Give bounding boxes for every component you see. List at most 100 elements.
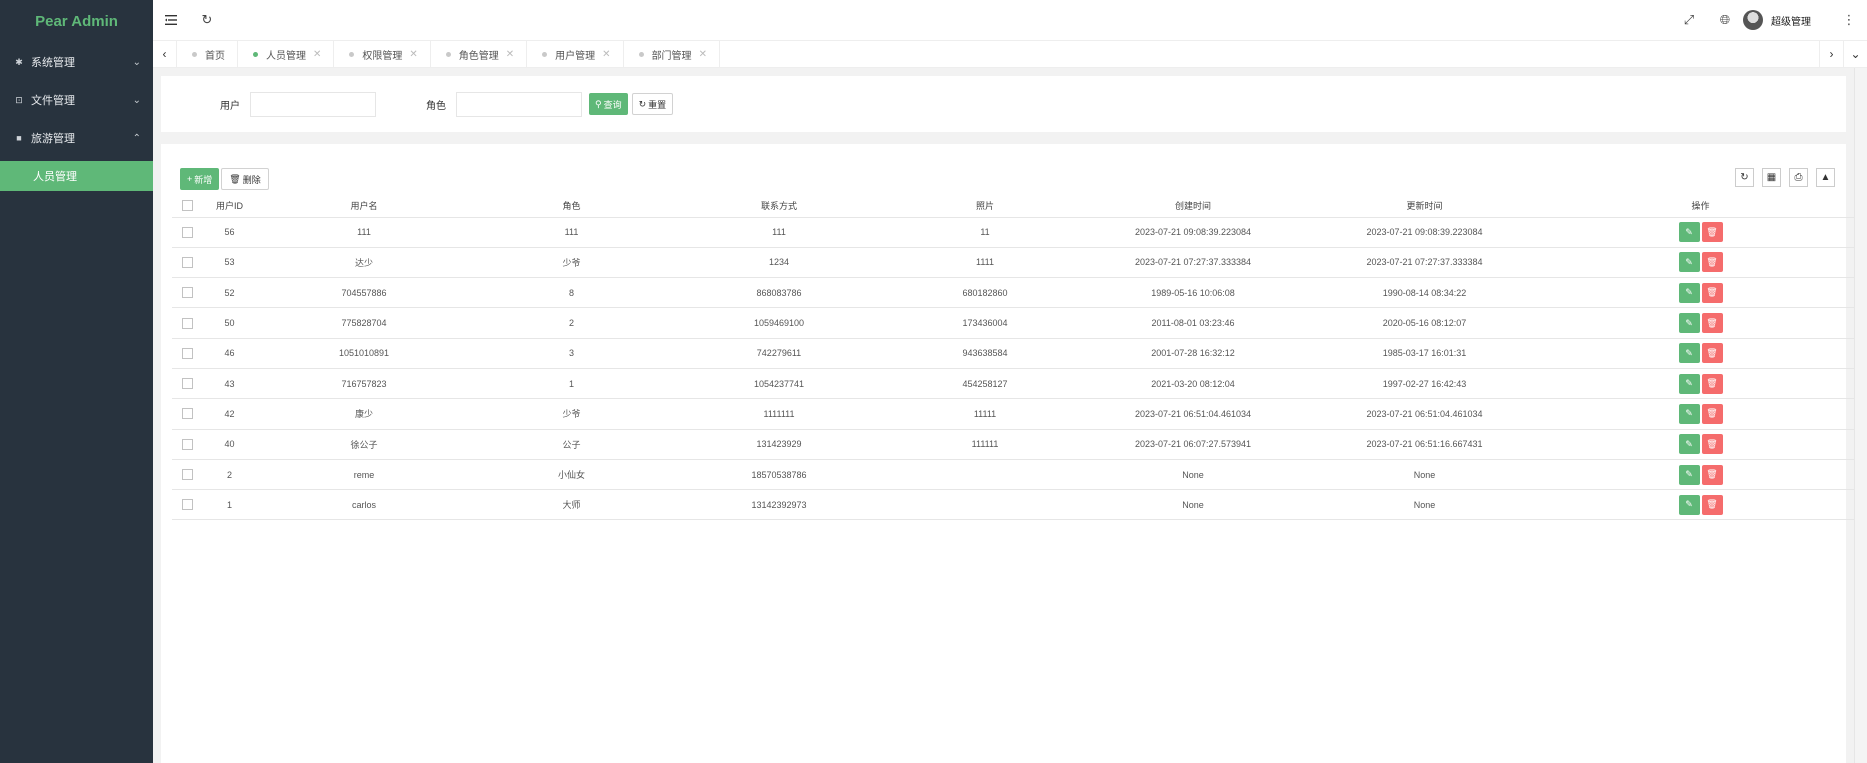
refresh-icon[interactable]: ↻: [1735, 168, 1754, 187]
cell-id: 2: [202, 459, 257, 491]
close-icon[interactable]: ✕: [506, 49, 514, 60]
tab-label: 首页: [205, 50, 225, 62]
delete-icon[interactable]: 🗑︎: [1701, 252, 1723, 273]
row-checkbox[interactable]: [181, 469, 193, 481]
cell-created: 2023-07-21 09:08:39.223084: [1084, 217, 1302, 248]
tab-users[interactable]: 用户管理 ✕: [527, 40, 624, 68]
globe-icon[interactable]: 🌐︎: [1707, 0, 1743, 40]
print-icon[interactable]: ⎙: [1789, 168, 1808, 187]
tab-next-icon[interactable]: ›: [1819, 40, 1843, 68]
menu-system[interactable]: ✱ 系统管理 ⌄: [0, 43, 153, 81]
close-icon[interactable]: ✕: [699, 49, 707, 60]
add-button[interactable]: + 新增: [180, 168, 220, 190]
delete-icon[interactable]: 🗑︎: [1701, 343, 1723, 364]
tab-permissions[interactable]: 权限管理 ✕: [334, 40, 431, 68]
role-search-input[interactable]: [456, 91, 582, 117]
cell-username: 704557886: [257, 277, 471, 309]
cell-id: 40: [202, 429, 257, 460]
delete-icon[interactable]: 🗑︎: [1701, 464, 1723, 485]
row-checkbox[interactable]: [181, 438, 193, 450]
edit-icon[interactable]: ✎: [1678, 313, 1700, 334]
row-checkbox[interactable]: [181, 257, 193, 268]
cell-actions: ✎ 🗑︎: [1547, 307, 1854, 339]
menu-files[interactable]: ⊡ 文件管理 ⌄: [0, 81, 153, 119]
more-icon[interactable]: ⋮: [1831, 0, 1867, 40]
cell-photo: 111111: [886, 429, 1084, 460]
delete-icon[interactable]: 🗑︎: [1701, 313, 1723, 334]
tab-dropdown-icon[interactable]: ⌄: [1843, 40, 1867, 68]
fullscreen-icon[interactable]: ⤢: [1671, 0, 1707, 40]
table-tools: ↻ ▦ ⎙ ▲: [1727, 168, 1835, 187]
tab-home[interactable]: 首页: [177, 40, 238, 68]
menu-system-label: 系统管理: [31, 57, 75, 69]
row-select-cell: [172, 368, 202, 400]
edit-icon[interactable]: ✎: [1678, 282, 1700, 303]
row-checkbox[interactable]: [181, 408, 193, 420]
username[interactable]: 超级管理: [1771, 13, 1811, 28]
tab-personnel[interactable]: 人员管理 ✕: [238, 40, 335, 68]
edit-icon[interactable]: ✎: [1678, 464, 1700, 485]
row-select-cell: [172, 489, 202, 521]
vertical-scrollbar[interactable]: [1854, 68, 1867, 763]
cell-role: 2: [471, 307, 672, 339]
search-icon: ⚲︎: [595, 98, 602, 109]
cell-role: 公子: [471, 429, 672, 460]
cell-id: 1: [202, 489, 257, 521]
edit-icon[interactable]: ✎: [1678, 403, 1700, 424]
refresh-icon[interactable]: ↻: [189, 0, 225, 40]
close-icon[interactable]: ✕: [409, 49, 417, 60]
table-row: 50 775828704 2 1059469100 173436004 2011-08-0…: [172, 307, 1854, 339]
avatar[interactable]: [1743, 10, 1763, 30]
tab-label: 人员管理: [266, 50, 306, 62]
query-button[interactable]: ⚲︎ 查询: [589, 93, 628, 115]
edit-icon[interactable]: ✎: [1678, 222, 1700, 243]
cell-created: 2011-08-01 03:23:46: [1084, 307, 1302, 339]
top-header: ↻ ⤢ 🌐︎ 超级管理 ⋮: [153, 0, 1867, 40]
delete-label: 删除: [242, 174, 261, 185]
delete-icon[interactable]: 🗑︎: [1701, 403, 1723, 424]
delete-icon[interactable]: 🗑︎: [1701, 494, 1723, 515]
delete-button[interactable]: 🗑︎ 删除: [221, 168, 269, 190]
tab-departments[interactable]: 部门管理 ✕: [624, 40, 720, 68]
row-checkbox[interactable]: [181, 499, 193, 511]
menu-toggle-icon[interactable]: [153, 0, 189, 40]
cell-contact: 13142392973: [672, 489, 886, 521]
cell-role: 大师: [471, 489, 672, 521]
row-checkbox[interactable]: [181, 226, 193, 238]
export-icon[interactable]: ▲: [1816, 168, 1835, 187]
table-card: + 新增 🗑︎ 删除 ↻ ▦ ⎙ ▲ 用户ID 用户名 角色 联系方式 照片 创…: [161, 144, 1854, 763]
submenu-personnel[interactable]: 人员管理: [0, 161, 153, 191]
tab-roles[interactable]: 角色管理 ✕: [431, 40, 528, 68]
close-icon[interactable]: ✕: [313, 49, 321, 60]
role-label: 角色: [426, 100, 446, 112]
tab-prev-icon[interactable]: ‹: [153, 40, 177, 68]
row-checkbox[interactable]: [181, 317, 193, 329]
delete-icon[interactable]: 🗑︎: [1701, 434, 1723, 455]
edit-icon[interactable]: ✎: [1678, 343, 1700, 364]
row-checkbox[interactable]: [181, 378, 193, 390]
col-updated: 更新时间: [1302, 195, 1547, 218]
folder-icon: ⊡: [15, 94, 23, 105]
edit-icon[interactable]: ✎: [1678, 373, 1700, 394]
row-checkbox[interactable]: [181, 347, 193, 359]
row-select-cell: [172, 459, 202, 491]
delete-icon[interactable]: 🗑︎: [1701, 373, 1723, 394]
cell-contact: 1059469100: [672, 307, 886, 339]
delete-icon[interactable]: 🗑︎: [1701, 222, 1723, 243]
chevron-up-icon: ⌃: [132, 132, 141, 144]
cell-username: 徐公子: [257, 429, 471, 460]
select-all-checkbox[interactable]: [181, 200, 193, 212]
sidebar: Pear Admin ✱ 系统管理 ⌄ ⊡ 文件管理 ⌄ ■ 旅游管理 ⌃ 人员…: [0, 0, 153, 763]
close-icon[interactable]: ✕: [602, 49, 610, 60]
edit-icon[interactable]: ✎: [1678, 434, 1700, 455]
menu-travel[interactable]: ■ 旅游管理 ⌃: [0, 119, 153, 157]
cell-username: 716757823: [257, 368, 471, 400]
edit-icon[interactable]: ✎: [1678, 252, 1700, 273]
reset-button[interactable]: ↻ 重置: [631, 93, 674, 115]
edit-icon[interactable]: ✎: [1678, 494, 1700, 515]
row-checkbox[interactable]: [181, 287, 193, 299]
columns-icon[interactable]: ▦: [1762, 168, 1781, 187]
delete-icon[interactable]: 🗑︎: [1701, 282, 1723, 303]
user-search-input[interactable]: [250, 91, 376, 117]
cell-photo: 11: [886, 217, 1084, 248]
